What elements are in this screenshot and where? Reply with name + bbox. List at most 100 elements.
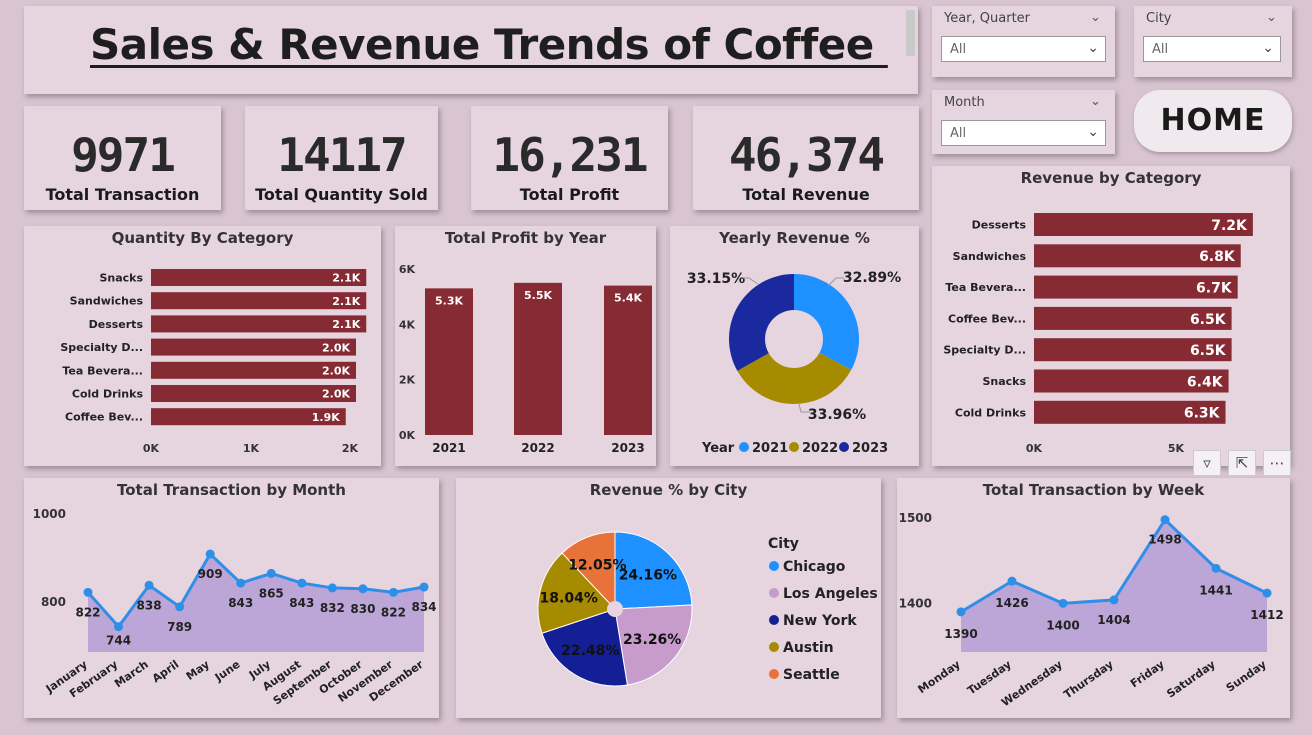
title-panel: Sales & Revenue Trends of Coffee xyxy=(24,6,918,94)
chevron-down-icon[interactable]: ⌄ xyxy=(1266,10,1277,25)
home-button[interactable]: HOME xyxy=(1134,90,1292,152)
data-label: 5.3K xyxy=(435,294,463,307)
y-tick-label: 1500 xyxy=(899,511,932,525)
more-options-icon[interactable]: ⋯ xyxy=(1263,450,1291,476)
total-profit-by-year-chart[interactable]: Total Profit by Year 0K 2K 4K 6K 5.3K 2021 5.5… xyxy=(395,226,656,466)
data-label: 909 xyxy=(198,567,223,581)
transaction-by-month-chart[interactable]: Total Transaction by Month 822 January 744… xyxy=(24,478,439,718)
x-tick-label: Monday xyxy=(916,658,963,696)
data-point xyxy=(1160,515,1170,525)
data-point xyxy=(236,578,246,588)
legend-title: Year xyxy=(701,441,735,456)
data-point xyxy=(175,602,185,612)
data-label: 2.1K xyxy=(332,318,360,331)
data-label: 822 xyxy=(381,605,406,619)
data-point xyxy=(419,582,429,592)
data-point xyxy=(83,587,93,597)
x-tick-label: 0K xyxy=(143,442,160,455)
year-quarter-dropdown[interactable]: All ⌄ xyxy=(941,36,1106,62)
data-label: 1390 xyxy=(944,627,977,641)
dropdown-value: All xyxy=(1152,42,1169,57)
kpi-total-revenue: 46,374 Total Revenue xyxy=(693,106,919,210)
dropdown-value: All xyxy=(950,126,967,141)
legend-marker xyxy=(769,561,779,571)
data-label: 865 xyxy=(259,586,284,600)
data-point xyxy=(388,587,398,597)
legend-marker xyxy=(789,442,799,452)
legend-label: Seattle xyxy=(783,667,840,683)
data-label: 834 xyxy=(411,600,436,614)
data-label: 838 xyxy=(137,598,162,612)
data-label: 5.4K xyxy=(614,292,642,305)
revenue-by-category-svg: Desserts 7.2K Sandwiches 6.8K Tea Bevera... 6… xyxy=(943,213,1253,455)
slicer-title: City xyxy=(1146,11,1172,26)
pie-center xyxy=(607,601,623,617)
legend-label: 2022 xyxy=(802,441,838,456)
focus-mode-icon[interactable]: ⇱ xyxy=(1228,450,1256,476)
kpi-value: 9971 xyxy=(71,128,176,182)
x-tick-label: 5K xyxy=(1168,442,1185,455)
month-dropdown[interactable]: All ⌄ xyxy=(941,120,1106,146)
transaction-by-week-svg: 1390Monday1426Tuesday1400Wednesday1404Th… xyxy=(899,511,1284,709)
revenue-by-category-chart[interactable]: Revenue by Category Desserts 7.2K Sandwich… xyxy=(932,166,1290,466)
x-tick-label: 2022 xyxy=(521,441,554,455)
data-label: 6.7K xyxy=(1196,280,1233,296)
data-point xyxy=(266,568,276,578)
legend-label: New York xyxy=(783,613,857,629)
category-label: Tea Bevera... xyxy=(945,281,1026,294)
pie-slice xyxy=(729,274,794,371)
legend-marker xyxy=(769,642,779,652)
chevron-down-icon[interactable]: ⌄ xyxy=(1090,94,1101,109)
kpi-total-transaction: 9971 Total Transaction xyxy=(24,106,221,210)
category-label: Coffee Bev... xyxy=(65,411,143,424)
transaction-by-week-chart[interactable]: Total Transaction by Week 1390 Monday 1426… xyxy=(897,478,1290,718)
y-tick-label: 0K xyxy=(399,429,416,442)
category-label: Tea Bevera... xyxy=(62,364,143,377)
data-label: 744 xyxy=(106,634,131,648)
data-label: 6.4K xyxy=(1187,374,1224,390)
x-tick-label: Thursday xyxy=(1061,658,1115,702)
filter-icon[interactable]: ▿ xyxy=(1193,450,1221,476)
data-label: 6.5K xyxy=(1190,312,1227,328)
data-label: 830 xyxy=(350,602,375,616)
chevron-down-icon[interactable]: ⌄ xyxy=(1090,10,1101,25)
kpi-total-quantity-sold: 14117 Total Quantity Sold xyxy=(245,106,438,210)
city-dropdown[interactable]: All ⌄ xyxy=(1143,36,1281,62)
category-label: Specialty D... xyxy=(60,341,143,354)
legend-label: Los Angeles xyxy=(783,586,878,602)
data-label: 832 xyxy=(320,601,345,615)
kpi-value: 16,231 xyxy=(492,128,648,182)
slicer-year-quarter: Year, Quarter ⌄ All ⌄ xyxy=(932,6,1115,77)
slicer-title: Month xyxy=(944,95,985,110)
slicer-title: Year, Quarter xyxy=(944,11,1031,26)
data-point xyxy=(358,584,368,594)
kpi-label: Total Quantity Sold xyxy=(255,185,428,204)
quantity-by-category-chart[interactable]: Quantity By Category Snacks 2.1K Sandwiche… xyxy=(24,226,381,466)
slicer-month: Month ⌄ All ⌄ xyxy=(932,90,1115,154)
yearly-revenue-pct-chart[interactable]: Yearly Revenue % 32.89% 33.96% 33.15% Year 2… xyxy=(670,226,919,466)
bar xyxy=(604,285,652,435)
leader-line xyxy=(827,277,844,287)
legend-marker xyxy=(839,442,849,452)
transaction-by-month-svg: 822January744February838March789April909… xyxy=(33,507,437,708)
data-label: 6.5K xyxy=(1190,343,1227,359)
y-tick-label: 2K xyxy=(399,374,416,387)
y-tick-label: 6K xyxy=(399,263,416,276)
y-tick-label: 800 xyxy=(41,595,66,609)
data-point xyxy=(205,549,215,559)
x-tick-label: 2021 xyxy=(432,441,465,455)
x-tick-label: May xyxy=(184,658,212,683)
data-point xyxy=(297,578,307,588)
data-point xyxy=(1262,588,1272,598)
title-scrollbar[interactable] xyxy=(906,10,915,56)
yearly-revenue-pct-svg: 32.89% 33.96% 33.15% Year 2021 2022 2023 xyxy=(687,270,901,456)
data-point xyxy=(1109,595,1119,605)
legend-marker xyxy=(769,615,779,625)
slice-label: 33.96% xyxy=(808,407,866,423)
category-label: Cold Drinks xyxy=(72,388,144,401)
data-label: 822 xyxy=(75,605,100,619)
revenue-pct-by-city-chart[interactable]: Revenue % by City 24.16% 23.26% 22.48% 18.0… xyxy=(456,478,881,718)
quantity-by-category-svg: Snacks 2.1K Sandwiches 2.1K Desserts 2.1K Spec… xyxy=(60,269,367,455)
chevron-down-icon: ⌄ xyxy=(1262,40,1274,56)
data-label: 2.0K xyxy=(322,388,350,401)
